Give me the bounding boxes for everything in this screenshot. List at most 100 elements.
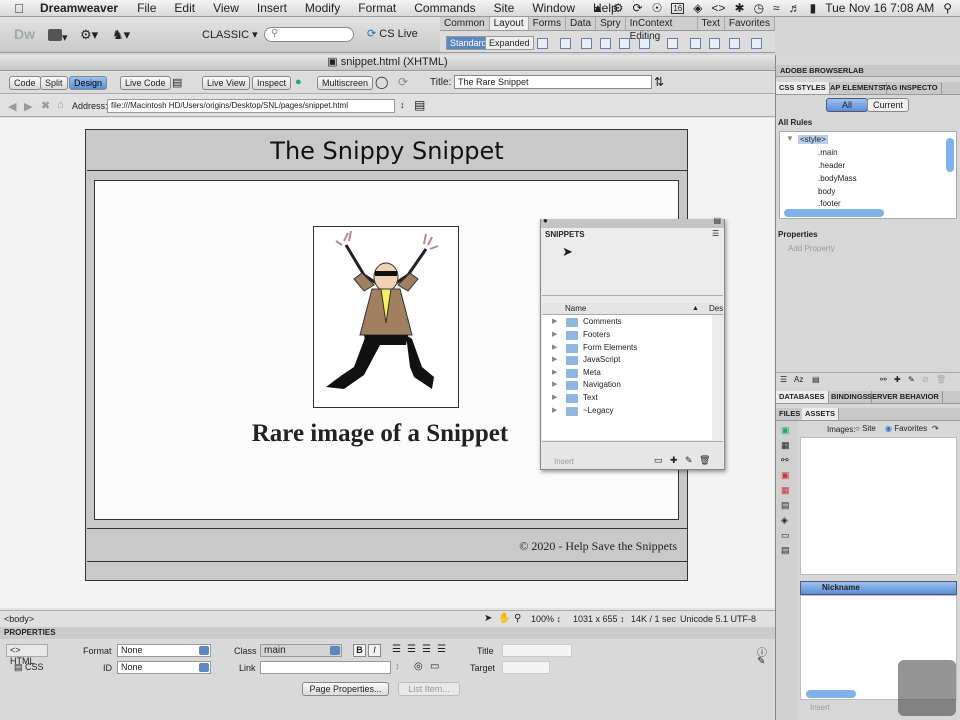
- rule-footer[interactable]: .footer: [818, 199, 841, 208]
- attach-stylesheet-icon[interactable]: ⚯: [880, 375, 887, 384]
- site-icon[interactable]: ♞▾: [112, 27, 130, 43]
- expanded-mode-button[interactable]: Expanded: [485, 36, 534, 50]
- edit-snippet-icon[interactable]: ✎: [685, 455, 693, 466]
- shockwave-category-icon[interactable]: ▦: [781, 485, 790, 496]
- bluetooth-icon[interactable]: ✱: [735, 1, 745, 15]
- address-input[interactable]: file:///Macintosh HD/Users/origins/Deskt…: [107, 99, 395, 113]
- tab-server-behaviors[interactable]: SERVER BEHAVIOR: [864, 391, 943, 403]
- snippet-folder[interactable]: ▶ Text: [542, 392, 712, 404]
- title-input[interactable]: The Rare Snippet: [454, 75, 652, 89]
- expand-icon[interactable]: ▶: [552, 379, 557, 391]
- live-code-button[interactable]: Live Code: [120, 76, 171, 90]
- forward-icon[interactable]: ▶: [24, 100, 32, 113]
- sync-icon[interactable]: ⟳: [633, 1, 643, 15]
- hand-tool-icon[interactable]: ✋: [498, 611, 510, 627]
- menu-format[interactable]: Format: [358, 1, 396, 15]
- tab-css-styles[interactable]: CSS STYLES: [776, 82, 830, 94]
- snippet-folder[interactable]: ▶ JavaScript: [542, 354, 712, 366]
- image-caption[interactable]: Rare image of a Snippet: [200, 420, 560, 448]
- shield-icon[interactable]: ◈: [693, 1, 702, 15]
- italic-button[interactable]: I: [368, 644, 381, 657]
- table-icon[interactable]: [667, 38, 678, 49]
- search-input[interactable]: ⚲: [264, 27, 354, 42]
- battery-icon[interactable]: ▮: [810, 1, 817, 15]
- collapse-panel-icon[interactable]: ▤: [713, 216, 721, 225]
- urls-category-icon[interactable]: ⚯: [781, 455, 789, 466]
- snippet-folder[interactable]: ▶ Footers: [542, 329, 712, 341]
- apple-icon[interactable]: : [8, 1, 30, 16]
- tab-data[interactable]: Data: [566, 17, 597, 30]
- scripts-category-icon[interactable]: ◈: [781, 515, 788, 526]
- assets-insert-button[interactable]: Insert: [810, 703, 830, 712]
- code-icon[interactable]: <>: [711, 1, 725, 15]
- workspace-switcher[interactable]: CLASSIC ▾: [202, 28, 258, 41]
- edit-rule-icon[interactable]: ✎: [908, 375, 915, 384]
- close-panel-icon[interactable]: ●: [543, 216, 548, 225]
- rules-hscrollbar[interactable]: [784, 209, 884, 217]
- page-properties-button[interactable]: Page Properties...: [302, 682, 389, 696]
- check-icon[interactable]: ▤: [172, 76, 182, 89]
- menu-site[interactable]: Site: [494, 1, 515, 15]
- current-button[interactable]: Current: [867, 98, 909, 112]
- tab-incontext[interactable]: InContext Editing: [626, 17, 698, 42]
- multiscreen-button[interactable]: Multiscreen: [317, 76, 374, 90]
- tab-common[interactable]: Common: [440, 17, 490, 30]
- split-view-button[interactable]: Split: [40, 76, 68, 90]
- tab-favorites[interactable]: Favorites: [725, 17, 775, 30]
- menu-window[interactable]: Window: [532, 1, 575, 15]
- browserlab-header[interactable]: ADOBE BROWSERLAB: [776, 65, 960, 77]
- point-to-file-icon[interactable]: ◎: [414, 661, 423, 672]
- expand-icon[interactable]: ▶: [552, 329, 557, 341]
- volume-icon[interactable]: ♬: [789, 1, 801, 15]
- menu-modify[interactable]: Modify: [305, 1, 340, 15]
- expand-icon[interactable]: ▶: [552, 392, 557, 404]
- html-tab[interactable]: <> HTML: [6, 644, 48, 666]
- expand-icon[interactable]: ▶: [552, 354, 557, 366]
- new-folder-icon[interactable]: ▭: [654, 455, 663, 466]
- tab-files[interactable]: FILES: [776, 408, 805, 420]
- expand-icon[interactable]: ▶: [552, 342, 557, 354]
- snippet-folder[interactable]: ▶ Navigation: [542, 379, 712, 391]
- images-category-icon[interactable]: ▣: [781, 425, 790, 436]
- tag-selector[interactable]: <body>: [4, 611, 34, 627]
- flash-category-icon[interactable]: ▣: [781, 470, 790, 481]
- snippet-folder[interactable]: ▶ Meta: [542, 367, 712, 379]
- spry-tabs-icon[interactable]: [600, 38, 611, 49]
- new-rule-icon[interactable]: ✚: [894, 375, 901, 384]
- list-item-button[interactable]: List Item...: [398, 682, 460, 696]
- show-set-icon[interactable]: ▤: [812, 375, 820, 384]
- layout-icon[interactable]: ▾: [48, 29, 68, 44]
- disable-rule-icon[interactable]: ⊘: [922, 375, 929, 384]
- rules-vscrollbar[interactable]: [946, 138, 954, 172]
- indent-icon[interactable]: ☰: [437, 644, 446, 655]
- movies-category-icon[interactable]: ▤: [781, 500, 790, 511]
- home-icon[interactable]: ⌂: [57, 99, 64, 111]
- visual-aids-icon[interactable]: ◯: [375, 75, 388, 89]
- iframe-icon[interactable]: [729, 38, 740, 49]
- expand-icon[interactable]: ▶: [552, 316, 557, 328]
- id-select[interactable]: None: [117, 661, 211, 674]
- menu-edit[interactable]: Edit: [174, 1, 195, 15]
- expand-icon[interactable]: ▶: [552, 367, 557, 379]
- title-prop-input[interactable]: [502, 644, 572, 657]
- spry-accordion-icon[interactable]: [619, 38, 630, 49]
- templates-category-icon[interactable]: ▭: [781, 530, 790, 541]
- favorites-radio[interactable]: ◉ Favorites: [885, 424, 927, 433]
- browse-folder-icon[interactable]: ▭: [430, 661, 439, 672]
- ap-div-icon[interactable]: [560, 38, 571, 49]
- rule-main[interactable]: .main: [818, 148, 838, 157]
- select-tool-icon[interactable]: ➤: [484, 611, 492, 627]
- insert-row-icon[interactable]: [690, 38, 701, 49]
- address-dropdown-icon[interactable]: ↕: [400, 100, 405, 110]
- refresh-assets-icon[interactable]: ↷: [932, 424, 939, 433]
- div-icon[interactable]: [537, 38, 548, 49]
- menu-insert[interactable]: Insert: [257, 1, 287, 15]
- tab-layout[interactable]: Layout: [489, 17, 529, 30]
- link-dropdown-icon[interactable]: ↕: [395, 661, 400, 671]
- extend-icon[interactable]: ⚙▾: [80, 27, 98, 43]
- site-radio[interactable]: ○ Site: [855, 424, 876, 433]
- window-size-select[interactable]: 1031 x 655 ↕: [573, 611, 625, 627]
- show-category-icon[interactable]: ☰: [780, 375, 787, 384]
- page-footer[interactable]: © 2020 - Help Save the Snippets: [87, 528, 687, 562]
- menu-app-name[interactable]: Dreamweaver: [40, 1, 118, 15]
